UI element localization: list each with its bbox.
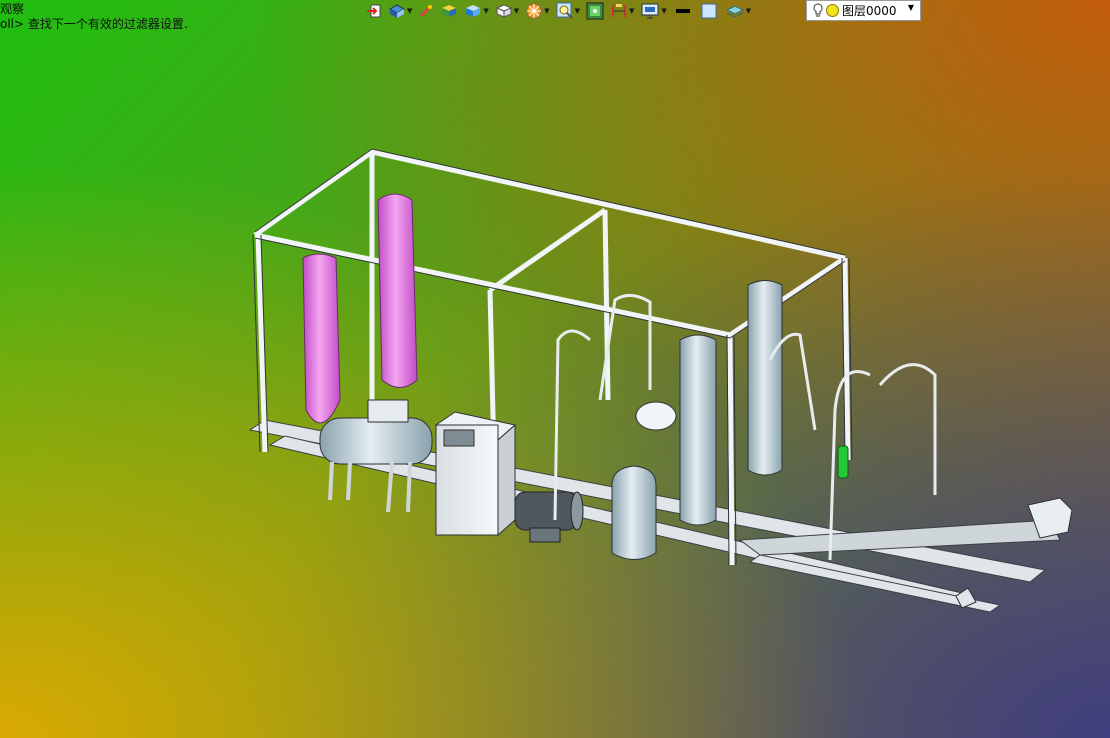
- steel-cylinder-front: [679, 334, 717, 526]
- pink-tank-right: [377, 193, 418, 388]
- gas-bottle: [611, 465, 657, 560]
- pink-tank-left: [302, 253, 341, 424]
- air-compressor: [319, 399, 433, 513]
- drum-disc: [635, 401, 677, 431]
- 3d-model-assembly: [248, 148, 1073, 613]
- selected-component-highlight: [837, 445, 849, 479]
- electric-motor: [514, 491, 584, 543]
- end-roller: [955, 497, 1073, 609]
- steel-cylinder-back: [747, 280, 783, 476]
- control-cabinet: [434, 411, 517, 537]
